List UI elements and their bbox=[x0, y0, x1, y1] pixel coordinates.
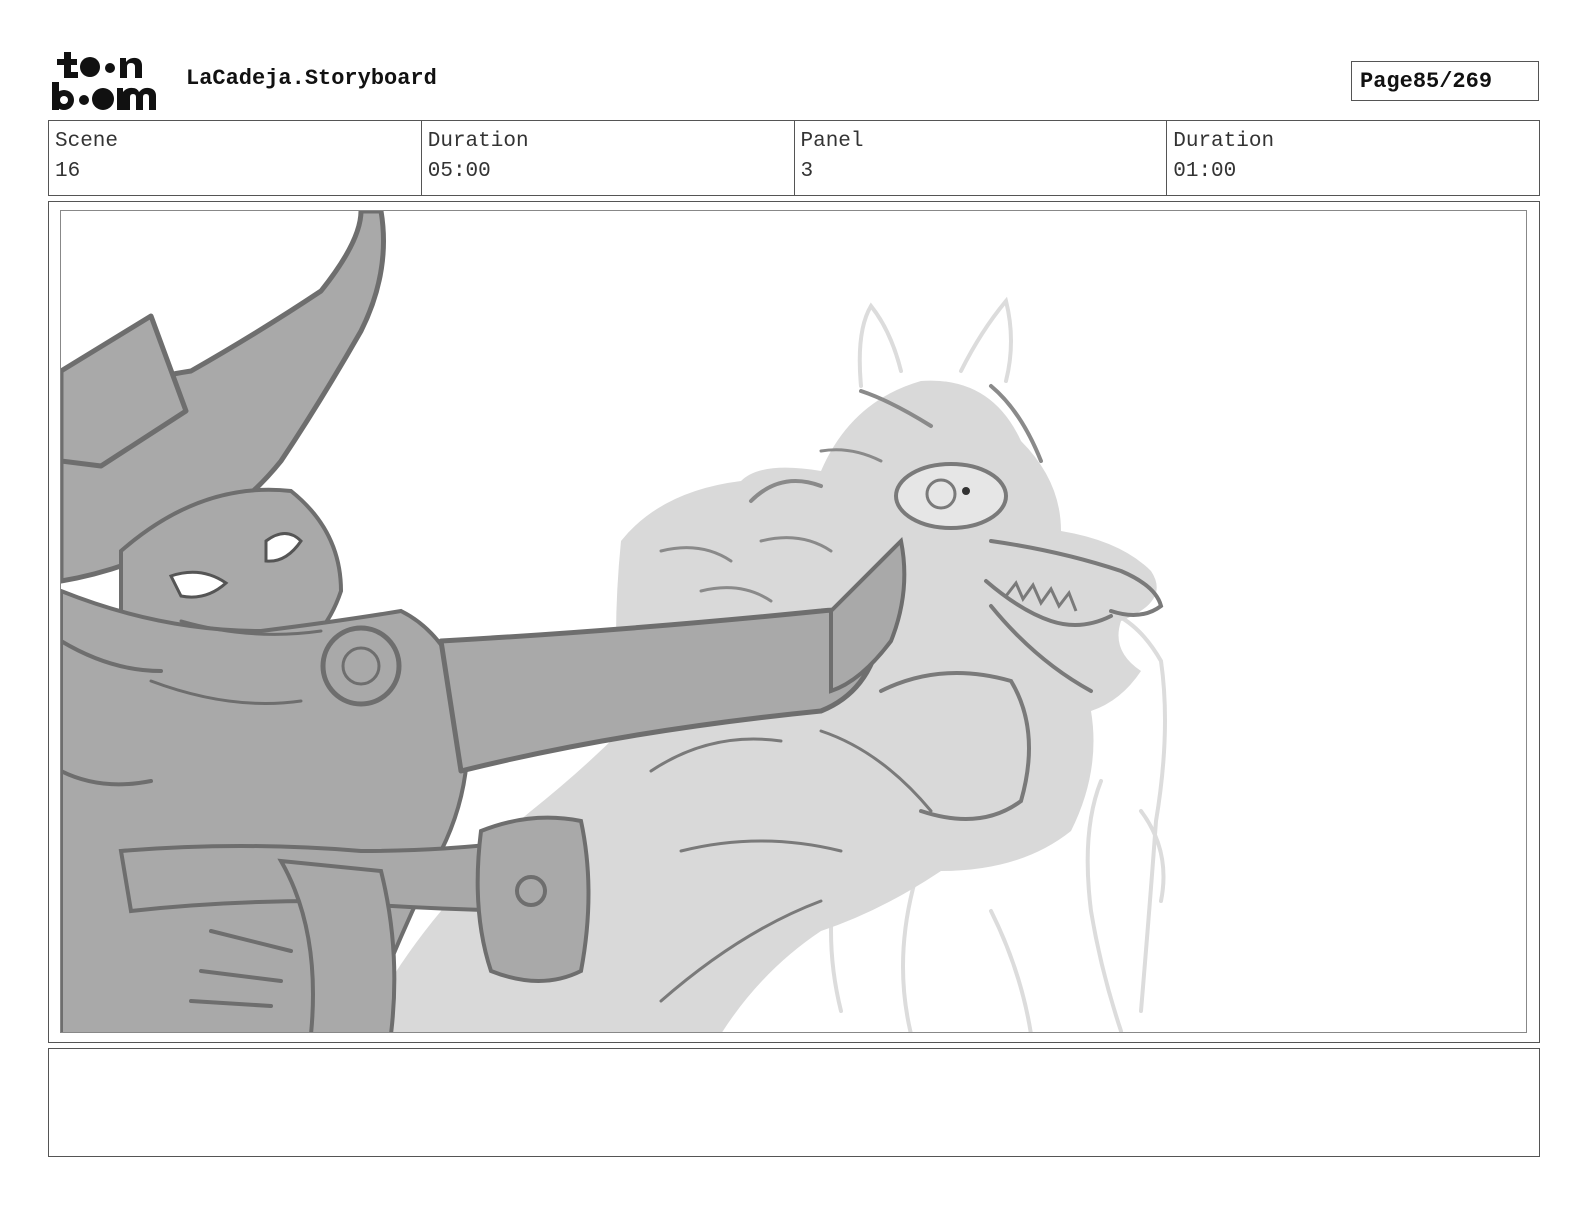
scene-duration-cell: Duration 05:00 bbox=[422, 121, 795, 195]
page-indicator: Page 85/269 bbox=[1351, 61, 1539, 101]
panel-notes-box bbox=[48, 1048, 1540, 1157]
scene-value: 16 bbox=[55, 160, 81, 183]
panel-value: 3 bbox=[800, 160, 814, 183]
scene-duration-value: 05:00 bbox=[427, 160, 491, 183]
panel-duration-label: Duration bbox=[1173, 130, 1275, 153]
panel-image bbox=[60, 210, 1527, 1033]
panel-duration-value: 01:00 bbox=[1173, 160, 1237, 183]
logo-icon bbox=[52, 52, 156, 110]
panel-duration-cell: Duration 01:00 bbox=[1167, 121, 1539, 195]
toon-boom-logo bbox=[50, 50, 168, 114]
scene-info-row: Scene 16 Duration 05:00 Panel 3 Duration… bbox=[48, 120, 1540, 196]
panel-label: Panel bbox=[800, 130, 864, 153]
panel-frame bbox=[48, 201, 1540, 1043]
storyboard-sketch bbox=[61, 211, 1167, 1032]
scene-label: Scene bbox=[55, 130, 119, 153]
page-label: Page bbox=[1360, 68, 1413, 94]
project-title: LaCadeja.Storyboard bbox=[186, 66, 437, 91]
page-number: 85/269 bbox=[1412, 68, 1493, 94]
panel-cell: Panel 3 bbox=[795, 121, 1168, 195]
scene-cell: Scene 16 bbox=[49, 121, 422, 195]
scene-duration-label: Duration bbox=[427, 130, 529, 153]
